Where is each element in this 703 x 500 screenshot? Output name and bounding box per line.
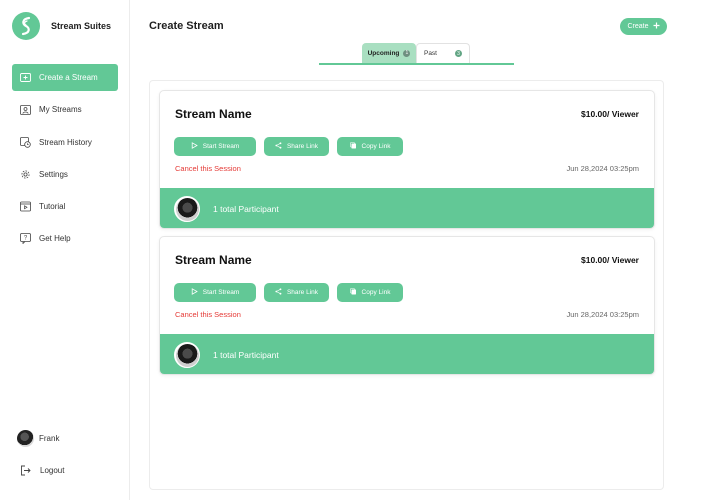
copy-link-label: Copy Link xyxy=(361,143,391,150)
share-link-label: Share Link xyxy=(286,289,319,296)
stream-card: Stream Name $10.00/ Viewer Start Stream … xyxy=(159,90,655,229)
sidebar-nav: Create a Stream My Streams Stream Histor… xyxy=(12,64,118,258)
stream-suites-logo xyxy=(12,12,40,40)
create-button-label: Create xyxy=(627,23,649,30)
sidebar-item-label: My Streams xyxy=(39,105,82,115)
svg-text:?: ? xyxy=(24,236,28,242)
copy-icon xyxy=(349,288,357,297)
stream-date: Jun 28,2024 03:25pm xyxy=(566,164,639,173)
participants-bar: 1 total Participant xyxy=(160,334,654,374)
copy-link-label: Copy Link xyxy=(361,289,391,296)
logout-icon xyxy=(20,465,31,476)
play-icon xyxy=(191,288,198,297)
create-button[interactable]: Create xyxy=(620,18,667,35)
user-name: Frank xyxy=(39,434,60,443)
share-link-label: Share Link xyxy=(286,143,319,150)
sidebar-item-create-stream[interactable]: Create a Stream xyxy=(12,64,118,91)
stream-price: $10.00/ Viewer xyxy=(581,255,639,265)
user-profile[interactable]: Frank xyxy=(17,430,59,447)
cancel-session-link[interactable]: Cancel this Session xyxy=(175,164,241,173)
stream-actions: Start Stream Share Link Copy Link xyxy=(174,137,403,156)
play-icon xyxy=(191,142,198,151)
user-streams-icon xyxy=(20,104,31,115)
logout-label: Logout xyxy=(40,466,65,475)
share-icon xyxy=(275,288,282,297)
tutorial-icon xyxy=(20,201,31,212)
share-link-button[interactable]: Share Link xyxy=(264,137,329,156)
plus-icon xyxy=(653,22,660,31)
stream-tabs: Upcoming 1 Past 3 xyxy=(319,43,514,65)
sidebar-item-get-help[interactable]: ? Get Help xyxy=(12,225,118,252)
share-icon xyxy=(275,142,282,151)
copy-link-button[interactable]: Copy Link xyxy=(337,283,403,302)
sidebar: Stream Suites Create a Stream My Streams… xyxy=(0,0,130,500)
copy-icon xyxy=(349,142,357,151)
sidebar-item-label: Stream History xyxy=(39,137,92,147)
share-link-button[interactable]: Share Link xyxy=(264,283,329,302)
sidebar-item-label: Settings xyxy=(39,169,68,179)
avatar xyxy=(17,430,34,447)
create-stream-icon xyxy=(20,72,31,83)
count-badge: 1 xyxy=(403,49,411,57)
sidebar-item-stream-history[interactable]: Stream History xyxy=(12,129,118,156)
stream-date: Jun 28,2024 03:25pm xyxy=(566,310,639,319)
sidebar-item-label: Create a Stream xyxy=(39,73,98,82)
tab-upcoming[interactable]: Upcoming 1 xyxy=(362,43,416,63)
page-title: Create Stream xyxy=(149,20,224,32)
stream-price: $10.00/ Viewer xyxy=(581,109,639,119)
stream-card: Stream Name $10.00/ Viewer Start Stream … xyxy=(159,236,655,375)
sidebar-item-settings[interactable]: Settings xyxy=(12,161,118,188)
participant-count: 1 total Participant xyxy=(213,204,279,214)
history-icon xyxy=(20,136,31,148)
count-badge: 3 xyxy=(455,50,462,57)
start-stream-label: Start Stream xyxy=(202,143,240,150)
cancel-session-link[interactable]: Cancel this Session xyxy=(175,310,241,319)
tab-past[interactable]: Past 3 xyxy=(416,43,470,63)
tab-label: Past xyxy=(423,50,437,57)
tab-label: Upcoming xyxy=(367,49,400,57)
sidebar-item-label: Tutorial xyxy=(39,202,66,212)
logout-button[interactable]: Logout xyxy=(20,465,64,476)
start-stream-button[interactable]: Start Stream xyxy=(174,283,256,302)
stream-actions: Start Stream Share Link Copy Link xyxy=(174,283,403,302)
start-stream-label: Start Stream xyxy=(202,289,240,296)
avatar xyxy=(174,342,200,368)
sidebar-item-tutorial[interactable]: Tutorial xyxy=(12,193,118,220)
stream-name: Stream Name xyxy=(175,253,252,267)
start-stream-button[interactable]: Start Stream xyxy=(174,137,256,156)
help-icon: ? xyxy=(20,233,31,245)
sidebar-item-my-streams[interactable]: My Streams xyxy=(12,96,118,123)
avatar xyxy=(174,196,200,222)
participants-bar: 1 total Participant xyxy=(160,188,654,228)
brand[interactable]: Stream Suites xyxy=(12,12,111,40)
stream-name: Stream Name xyxy=(175,107,252,121)
gear-icon xyxy=(20,169,31,180)
participant-count: 1 total Participant xyxy=(213,350,279,360)
sidebar-item-label: Get Help xyxy=(39,234,71,244)
copy-link-button[interactable]: Copy Link xyxy=(337,137,403,156)
brand-name: Stream Suites xyxy=(51,21,112,31)
